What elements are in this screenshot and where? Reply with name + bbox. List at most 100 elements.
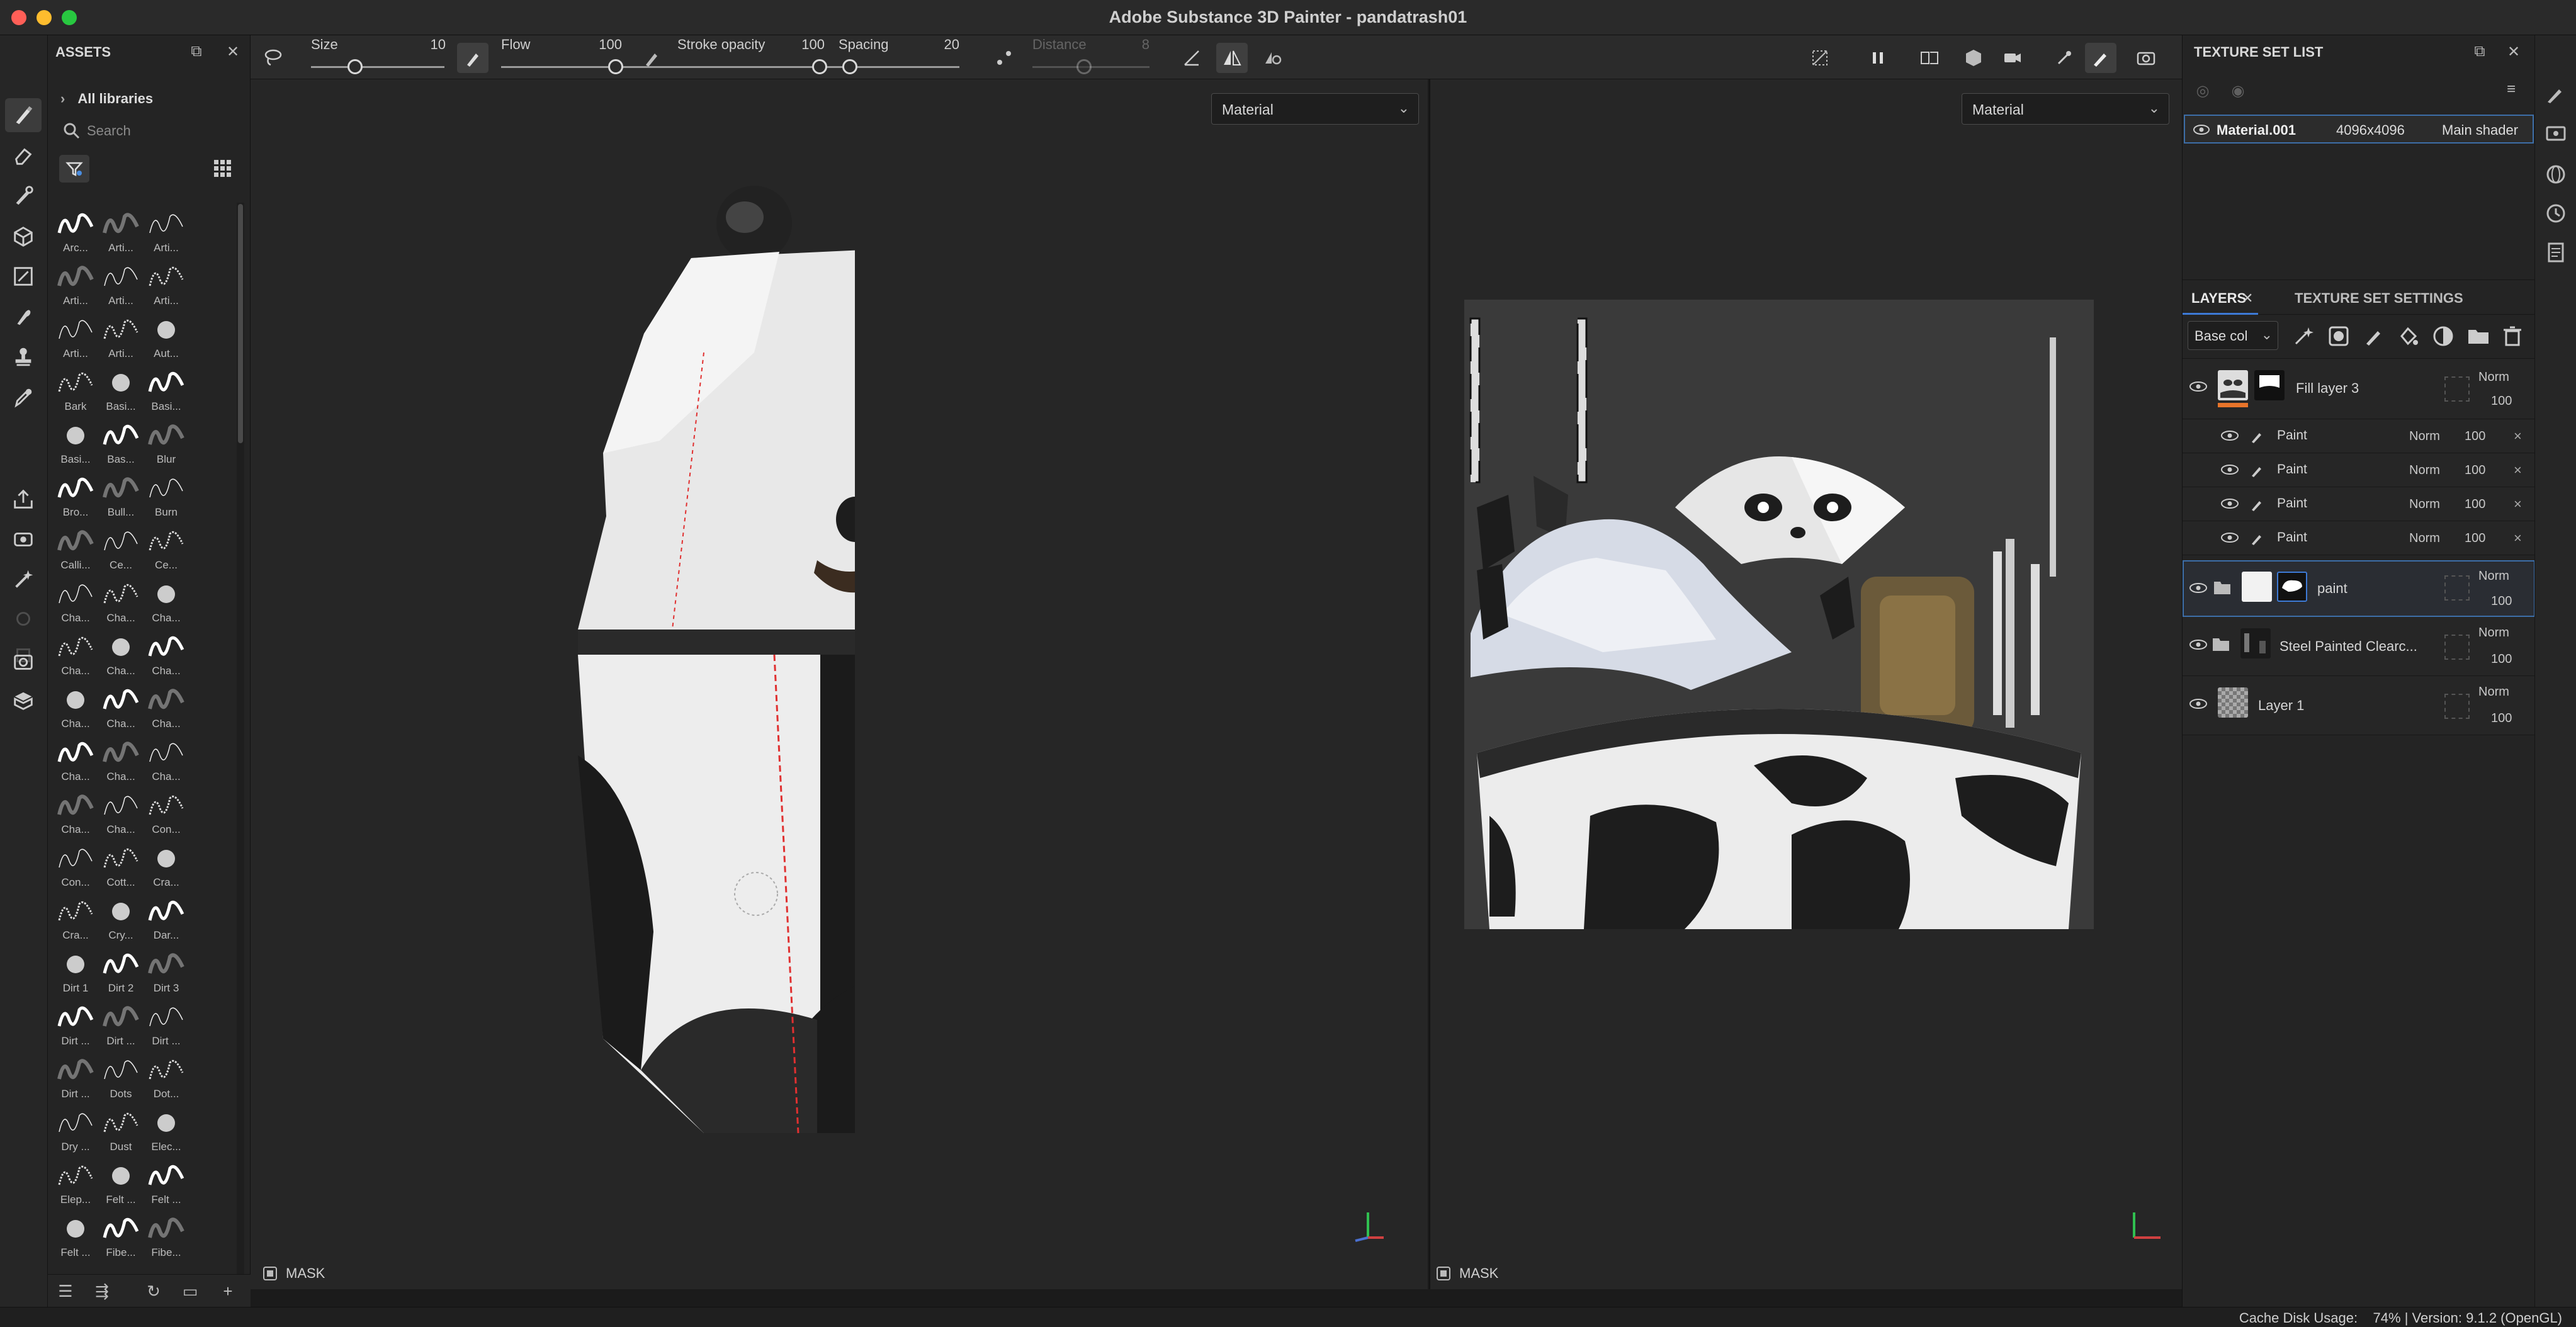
camera-mode-button[interactable] (1997, 43, 2028, 73)
mask-checkbox[interactable] (263, 1267, 277, 1280)
layer-paint-4[interactable]: Paint Norm 100 × (2183, 521, 2535, 555)
layer-paint-1[interactable]: Paint Norm 100 × (2183, 419, 2535, 453)
layer-blend-mode[interactable]: Norm (2478, 626, 2509, 640)
brush-preset[interactable]: Dirt 3 (144, 947, 189, 998)
layer-opacity[interactable]: 100 (2491, 594, 2512, 609)
layer-blend-mode[interactable]: Norm (2409, 531, 2440, 546)
layer-paint-3[interactable]: Paint Norm 100 × (2183, 487, 2535, 521)
close-layers-tab-icon[interactable]: ✕ (2242, 290, 2253, 307)
layer-blend-mode[interactable]: Norm (2409, 429, 2440, 444)
brush-preset[interactable]: Cha... (53, 682, 98, 734)
brush-preset[interactable]: Felt ... (144, 1158, 189, 1210)
layer-geometry-mask[interactable] (2444, 376, 2470, 402)
brush-preset[interactable]: Blur (144, 418, 189, 470)
eye-icon[interactable] (2220, 463, 2239, 476)
flow-slider-handle[interactable] (608, 59, 623, 74)
layer-mask-thumbnail[interactable] (2277, 572, 2307, 602)
log-icon[interactable] (2544, 240, 2568, 264)
sculpt-tool-button[interactable] (5, 563, 42, 597)
brush-preset[interactable]: Dirt ... (98, 1000, 144, 1051)
eraser-tool-button[interactable] (5, 138, 42, 172)
viewport-3d[interactable]: Material ⌄ MASK (251, 79, 1428, 1289)
layer-opacity[interactable]: 100 (2491, 394, 2512, 409)
lasso-button[interactable] (257, 43, 288, 73)
layer-name[interactable]: Steel Painted Clearc... (2279, 638, 2417, 655)
brush-preset[interactable]: Burn (144, 471, 189, 522)
brush-preset[interactable]: Dust (98, 1105, 144, 1157)
grid-view-button[interactable] (213, 159, 233, 179)
uv-canvas[interactable] (1464, 300, 2094, 929)
mask-toggle-3d[interactable]: MASK (263, 1265, 325, 1282)
layer-name[interactable]: Paint (2277, 462, 2307, 477)
brush-preset[interactable]: Cra... (53, 894, 98, 946)
brush-preset[interactable]: Dry ... (53, 1105, 98, 1157)
layer-opacity[interactable]: 100 (2465, 429, 2485, 444)
remove-effect-icon[interactable]: × (2514, 462, 2522, 478)
symmetry-options-button[interactable] (1257, 43, 1288, 73)
layer-opacity[interactable]: 100 (2465, 497, 2485, 512)
layer-opacity[interactable]: 100 (2491, 711, 2512, 726)
paint-mode-button[interactable] (2085, 43, 2116, 73)
add-fill-layer-icon[interactable] (2395, 324, 2421, 349)
brush-preset[interactable]: Cha... (144, 682, 189, 734)
brush-preset[interactable]: Calli... (53, 524, 98, 575)
brush-preset[interactable]: Basi... (53, 418, 98, 470)
eye-icon[interactable] (2189, 638, 2208, 651)
brush-preset[interactable]: Con... (144, 788, 189, 840)
brush-preset[interactable]: Cha... (144, 630, 189, 681)
brush-preset[interactable]: Con... (53, 841, 98, 893)
spacing-value[interactable]: 20 (924, 37, 959, 53)
layer-paint-folder[interactable]: paint Norm 100 (2183, 560, 2535, 617)
brush-preset[interactable]: Arti... (98, 206, 144, 258)
bake-tool-button[interactable] (5, 522, 42, 556)
undock-icon[interactable]: ⧉ (188, 43, 205, 60)
iray-tool-button[interactable] (5, 684, 42, 718)
export-tool-button[interactable] (5, 482, 42, 516)
list-icon[interactable]: ☰ (55, 1281, 76, 1301)
layer-name[interactable]: Paint (2277, 428, 2307, 443)
pause-button[interactable] (1862, 43, 1894, 73)
viewport-2d[interactable]: Material ⌄ MASK (1429, 79, 2182, 1289)
eye-icon[interactable] (2189, 582, 2208, 594)
brush-preset[interactable]: Arti... (144, 259, 189, 311)
tab-layers[interactable]: LAYERS (2191, 290, 2246, 307)
mask-toggle-2d[interactable]: MASK (1437, 1265, 1498, 1282)
brush-preset[interactable]: Cra... (144, 841, 189, 893)
history-icon[interactable] (2544, 201, 2568, 225)
import-icon[interactable]: ⇶ (92, 1281, 112, 1301)
eye-icon[interactable] (2189, 380, 2208, 393)
brush-preset[interactable]: Aut... (144, 312, 189, 364)
stroke-opacity-slider-handle[interactable] (812, 59, 827, 74)
show-all-icon[interactable]: ◉ (2229, 82, 2247, 99)
symmetry-button[interactable] (1216, 43, 1248, 73)
brush-preset[interactable]: Bull... (98, 471, 144, 522)
add-mask-icon[interactable] (2326, 324, 2351, 349)
brush-preset[interactable]: Cha... (98, 788, 144, 840)
polygon-fill-tool-button[interactable] (5, 219, 42, 253)
flow-pressure-button[interactable] (636, 43, 667, 73)
layer-mask-thumbnail[interactable] (2240, 628, 2271, 658)
layer-blend-mode[interactable]: Norm (2409, 497, 2440, 512)
brush-preset[interactable]: Dirt 1 (53, 947, 98, 998)
eye-icon[interactable] (2220, 497, 2239, 510)
size-slider-handle[interactable] (347, 59, 363, 74)
line-button[interactable] (1176, 43, 1207, 73)
brush-preset[interactable]: Fibe... (144, 1211, 189, 1263)
add-folder-icon[interactable] (2466, 324, 2491, 349)
filter-button[interactable] (59, 155, 89, 183)
layer-opacity[interactable]: 100 (2491, 652, 2512, 667)
brush-preset[interactable]: Arc... (53, 206, 98, 258)
brush-preset[interactable]: Arti... (144, 206, 189, 258)
layer-blend-mode[interactable]: Norm (2478, 569, 2509, 584)
projection-tool-button[interactable] (5, 179, 42, 213)
layer-blend-mode[interactable]: Norm (2478, 370, 2509, 385)
screenshot-tool-button[interactable] (5, 645, 42, 679)
settings-list-icon[interactable]: ≡ (2502, 81, 2520, 98)
layer-geometry-mask[interactable] (2444, 694, 2470, 719)
channel-select[interactable]: Base col ⌄ (2188, 321, 2278, 350)
brush-preset[interactable]: Cha... (53, 735, 98, 787)
brush-preset[interactable]: Cha... (144, 577, 189, 628)
add-smart-material-icon[interactable] (2431, 324, 2456, 349)
smudge-tool-button[interactable] (5, 300, 42, 334)
layer-name[interactable]: Fill layer 3 (2296, 380, 2359, 397)
